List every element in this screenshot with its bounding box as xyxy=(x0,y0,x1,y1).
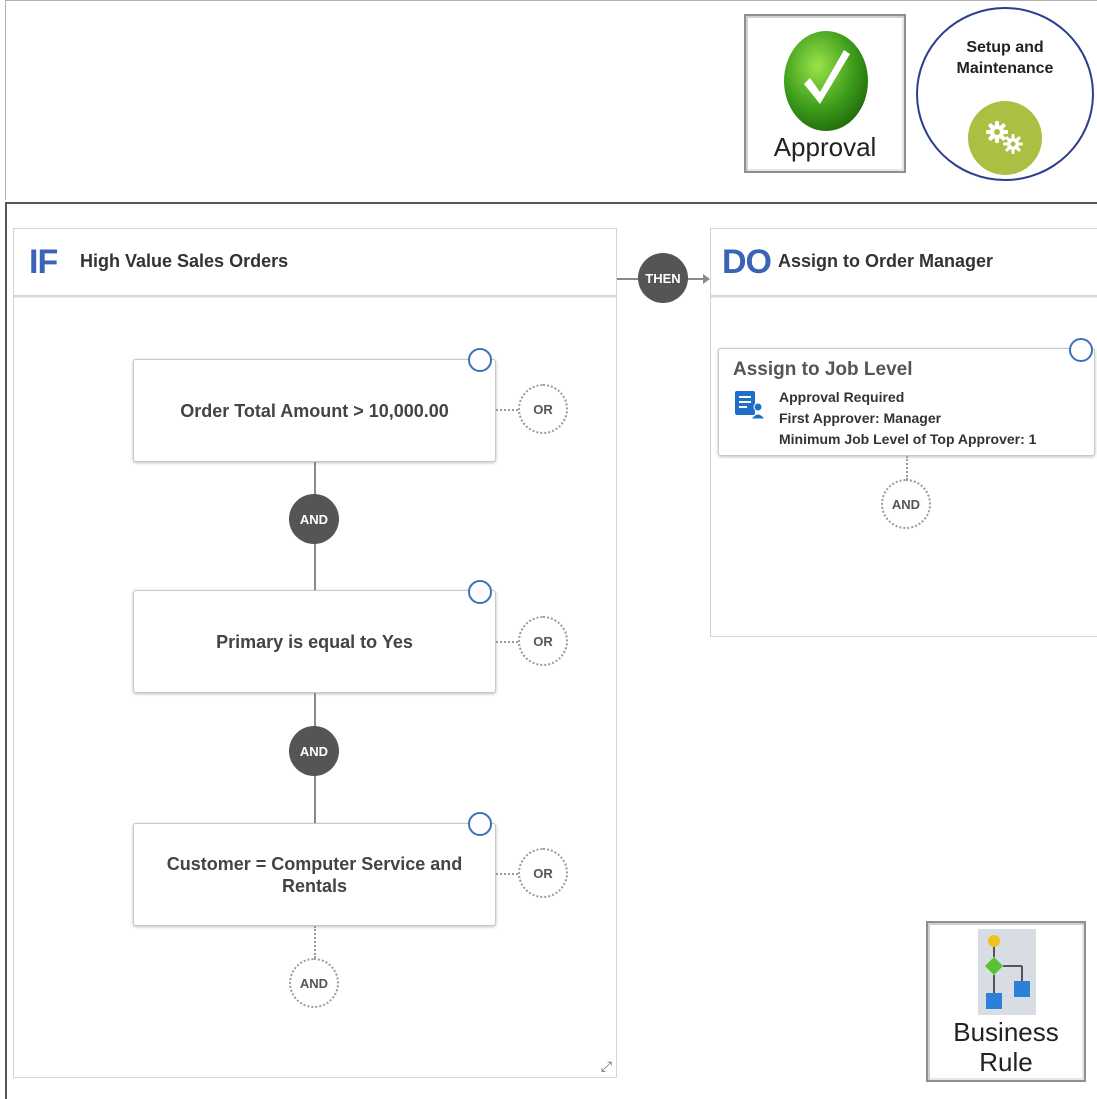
action-card-assign-job-level[interactable]: Assign to Job Level Approval Required Fi… xyxy=(718,348,1095,456)
business-rule-line1: Business xyxy=(953,1017,1059,1047)
action-title: Assign to Job Level xyxy=(733,359,913,380)
and-connector[interactable]: AND xyxy=(289,494,339,544)
or-connector-line xyxy=(496,641,518,643)
condition-card-order-total[interactable]: Order Total Amount > 10,000.00 xyxy=(133,359,496,462)
business-rule-line2: Rule xyxy=(979,1047,1033,1077)
condition-text: Primary is equal to Yes xyxy=(216,631,413,652)
or-button[interactable]: OR xyxy=(518,848,568,898)
condition-handle-circle[interactable] xyxy=(468,348,492,372)
if-panel-title[interactable]: High Value Sales Orders xyxy=(80,251,288,272)
action-handle-circle[interactable] xyxy=(1069,338,1093,362)
condition-text: Order Total Amount > 10,000.00 xyxy=(180,400,449,421)
action-line: Minimum Job Level of Top Approver: 1 xyxy=(779,431,1037,447)
approval-label: Approval xyxy=(773,132,877,162)
if-keyword: IF xyxy=(29,243,58,281)
then-arrowhead xyxy=(703,274,710,284)
green-check-icon xyxy=(784,31,868,131)
gear-disc xyxy=(968,101,1042,175)
or-label: OR xyxy=(533,865,553,881)
and-label: AND xyxy=(299,743,329,759)
setup-title: Setup and Maintenance xyxy=(918,37,1092,79)
condition-text: Customer = Computer Service and Rentals xyxy=(166,853,463,896)
condition-card-primary[interactable]: Primary is equal to Yes xyxy=(133,590,496,693)
do-add-and-line xyxy=(906,456,908,480)
action-details: Approval Required First Approver: Manage… xyxy=(779,387,1036,450)
add-and-label: AND xyxy=(299,975,329,991)
setup-title-line2: Maintenance xyxy=(956,60,1054,77)
condition-handle-circle[interactable] xyxy=(468,580,492,604)
if-panel-header: IF High Value Sales Orders xyxy=(14,229,616,297)
approval-tile[interactable]: Approval xyxy=(744,14,906,173)
flowchart-icon xyxy=(978,929,1036,1015)
setup-title-line1: Setup and xyxy=(966,39,1044,56)
resize-arrow-icon[interactable]: ⤢ xyxy=(601,1058,612,1075)
or-button[interactable]: OR xyxy=(518,616,568,666)
add-and-line xyxy=(314,926,316,958)
action-line: Approval Required xyxy=(779,389,905,405)
or-label: OR xyxy=(533,401,553,417)
condition-handle-circle[interactable] xyxy=(468,812,492,836)
gears-icon xyxy=(986,121,1023,154)
business-rule-tile[interactable]: Business Rule xyxy=(926,921,1086,1082)
document-user-icon xyxy=(735,391,766,420)
and-connector[interactable]: AND xyxy=(289,726,339,776)
condition-card-customer[interactable]: Customer = Computer Service and Rentals xyxy=(133,823,496,926)
or-connector-line xyxy=(496,409,518,411)
and-label: AND xyxy=(299,511,329,527)
or-label: OR xyxy=(533,633,553,649)
do-panel-title[interactable]: Assign to Order Manager xyxy=(778,251,993,272)
do-add-and-button[interactable]: AND xyxy=(881,479,931,529)
or-button[interactable]: OR xyxy=(518,384,568,434)
business-rule-label: Business Rule xyxy=(928,1017,1084,1077)
add-and-button[interactable]: AND xyxy=(289,958,339,1008)
do-panel-header: DO Assign to Order Manager xyxy=(711,229,1097,297)
setup-maintenance-tile[interactable]: Setup and Maintenance xyxy=(916,7,1094,181)
or-connector-line xyxy=(496,873,518,875)
action-line: First Approver: Manager xyxy=(779,410,942,426)
do-keyword: DO xyxy=(722,243,772,281)
do-add-and-label: AND xyxy=(891,496,921,512)
then-connector: THEN xyxy=(638,253,688,303)
then-label: THEN xyxy=(645,270,681,286)
